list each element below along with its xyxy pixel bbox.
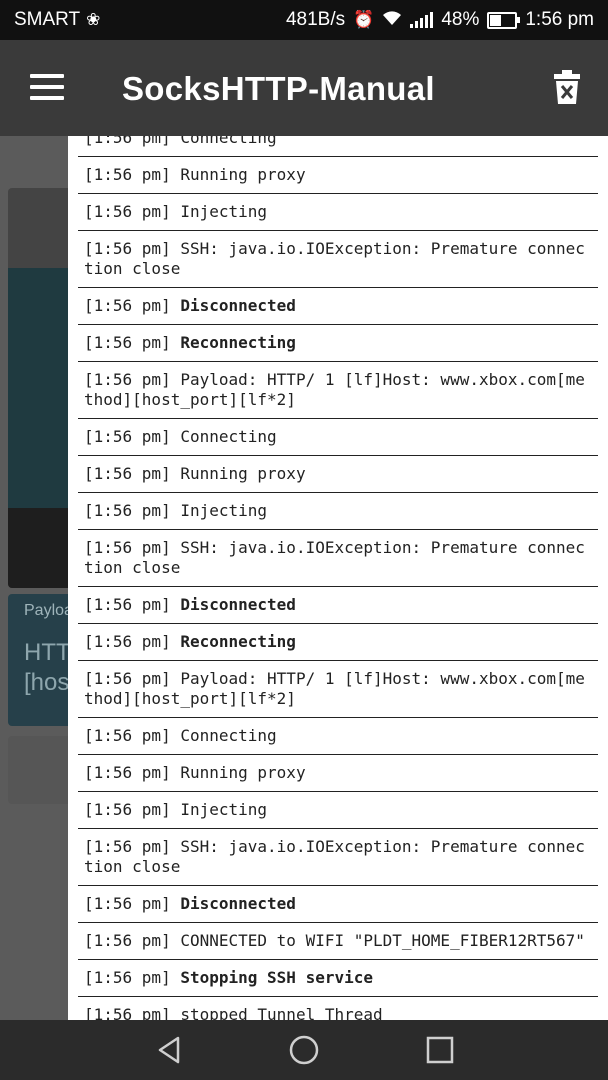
payload-value-line1: HTT <box>24 639 71 666</box>
log-panel[interactable]: [1:56 pm] Connecting [1:56 pm] Running pr… <box>68 136 608 1020</box>
log-message: Connecting <box>180 427 277 446</box>
battery-fill <box>490 14 502 26</box>
log-entry: [1:56 pm] stopped Tunnel Thread <box>78 997 598 1020</box>
delete-log-icon[interactable] <box>554 70 580 104</box>
log-entry: [1:56 pm] Injecting <box>78 493 598 530</box>
log-message: Injecting <box>180 202 268 221</box>
log-entry: [1:56 pm] Connecting <box>78 718 598 755</box>
log-entry: [1:56 pm] SSH: java.io.IOException: Prem… <box>78 231 598 288</box>
log-entry: [1:56 pm] Stopping SSH service <box>78 960 598 997</box>
log-entry: [1:56 pm] Injecting <box>78 194 598 231</box>
log-entry: [1:56 pm] Disconnected <box>78 288 598 325</box>
log-list[interactable]: [1:56 pm] Connecting [1:56 pm] Running pr… <box>68 136 608 1020</box>
log-entry: [1:56 pm] Connecting <box>78 136 598 157</box>
log-timestamp: [1:56 pm] <box>84 501 171 520</box>
log-entry: [1:56 pm] Running proxy <box>78 157 598 194</box>
log-timestamp: [1:56 pm] <box>84 837 171 856</box>
log-timestamp: [1:56 pm] <box>84 136 171 147</box>
log-entry: [1:56 pm] CONNECTED to WIFI "PLDT_HOME_F… <box>78 923 598 960</box>
payload-value-line2: [hos <box>24 669 70 696</box>
status-left: SMART ❀ <box>14 9 100 31</box>
hamburger-icon[interactable] <box>30 74 64 100</box>
log-message: stopped Tunnel Thread <box>180 1005 383 1020</box>
log-timestamp: [1:56 pm] <box>84 538 171 557</box>
log-timestamp: [1:56 pm] <box>84 632 171 651</box>
log-timestamp: [1:56 pm] <box>84 595 171 614</box>
log-message: Running proxy <box>180 464 306 483</box>
log-entry: [1:56 pm] Running proxy <box>78 755 598 792</box>
log-timestamp: [1:56 pm] <box>84 800 171 819</box>
log-timestamp: [1:56 pm] <box>84 1005 171 1020</box>
app-bar: SocksHTTP-Manual <box>0 40 608 136</box>
log-message: Connecting <box>180 726 277 745</box>
log-message: CONNECTED to WIFI "PLDT_HOME_FIBER12RT56… <box>180 931 585 950</box>
log-entry: [1:56 pm] SSH: java.io.IOException: Prem… <box>78 530 598 587</box>
log-message: Connecting <box>180 136 277 147</box>
payload-value: HTT [hos <box>24 638 71 698</box>
log-timestamp: [1:56 pm] <box>84 427 171 446</box>
log-timestamp: [1:56 pm] <box>84 464 171 483</box>
log-entry: [1:56 pm] Payload: HTTP/ 1 [lf]Host: www… <box>78 661 598 718</box>
log-timestamp: [1:56 pm] <box>84 968 171 987</box>
log-timestamp: [1:56 pm] <box>84 370 171 389</box>
log-timestamp: [1:56 pm] <box>84 669 171 688</box>
recents-square-icon[interactable] <box>424 1034 456 1066</box>
carrier-name: SMART <box>14 9 81 30</box>
background-footer <box>8 508 74 588</box>
navigation-bar <box>0 1020 608 1080</box>
log-message: Injecting <box>180 800 268 819</box>
log-message: Running proxy <box>180 763 306 782</box>
log-timestamp: [1:56 pm] <box>84 165 171 184</box>
battery-percent: 48% <box>441 9 480 30</box>
log-timestamp: [1:56 pm] <box>84 296 171 315</box>
cell-signal-icon <box>410 12 434 28</box>
log-entry: [1:56 pm] Connecting <box>78 419 598 456</box>
log-message: Injecting <box>180 501 268 520</box>
log-timestamp: [1:56 pm] <box>84 202 171 221</box>
log-timestamp: [1:56 pm] <box>84 239 171 258</box>
log-entry: [1:56 pm] Disconnected <box>78 587 598 624</box>
back-triangle-icon[interactable] <box>154 1034 186 1066</box>
log-entry: [1:56 pm] Reconnecting <box>78 624 598 661</box>
log-timestamp: [1:56 pm] <box>84 726 171 745</box>
log-timestamp: [1:56 pm] <box>84 931 171 950</box>
clock: 1:56 pm <box>525 9 594 30</box>
log-message: Disconnected <box>180 894 296 913</box>
log-entry: [1:56 pm] SSH: java.io.IOException: Prem… <box>78 829 598 886</box>
background-banner <box>8 268 74 508</box>
log-entry: [1:56 pm] Running proxy <box>78 456 598 493</box>
log-entry: [1:56 pm] Disconnected <box>78 886 598 923</box>
background-button <box>8 736 74 804</box>
payload-card: Payloa HTT [hos <box>8 594 74 726</box>
log-message: Disconnected <box>180 296 296 315</box>
log-message: Reconnecting <box>180 333 296 352</box>
log-entry: [1:56 pm] Injecting <box>78 792 598 829</box>
payload-label: Payloa <box>24 602 73 619</box>
background-card <box>8 188 74 588</box>
log-timestamp: [1:56 pm] <box>84 333 171 352</box>
app-title: SocksHTTP-Manual <box>122 70 435 107</box>
status-bar: SMART ❀ 481B/s ⏰ 48% 1:56 pm <box>0 0 608 40</box>
status-right: 481B/s ⏰ 48% 1:56 pm <box>286 9 594 31</box>
log-timestamp: [1:56 pm] <box>84 763 171 782</box>
log-entry: [1:56 pm] Reconnecting <box>78 325 598 362</box>
home-circle-icon[interactable] <box>288 1034 320 1066</box>
log-message: Running proxy <box>180 165 306 184</box>
notification-icon: ❀ <box>86 10 101 29</box>
log-message: Disconnected <box>180 595 296 614</box>
wifi-icon <box>382 10 402 31</box>
log-timestamp: [1:56 pm] <box>84 894 171 913</box>
log-entry: [1:56 pm] Payload: HTTP/ 1 [lf]Host: www… <box>78 362 598 419</box>
log-message: Stopping SSH service <box>180 968 373 987</box>
network-speed: 481B/s <box>285 9 346 30</box>
log-message: Reconnecting <box>180 632 296 651</box>
alarm-icon: ⏰ <box>353 10 375 29</box>
battery-icon <box>487 11 521 29</box>
